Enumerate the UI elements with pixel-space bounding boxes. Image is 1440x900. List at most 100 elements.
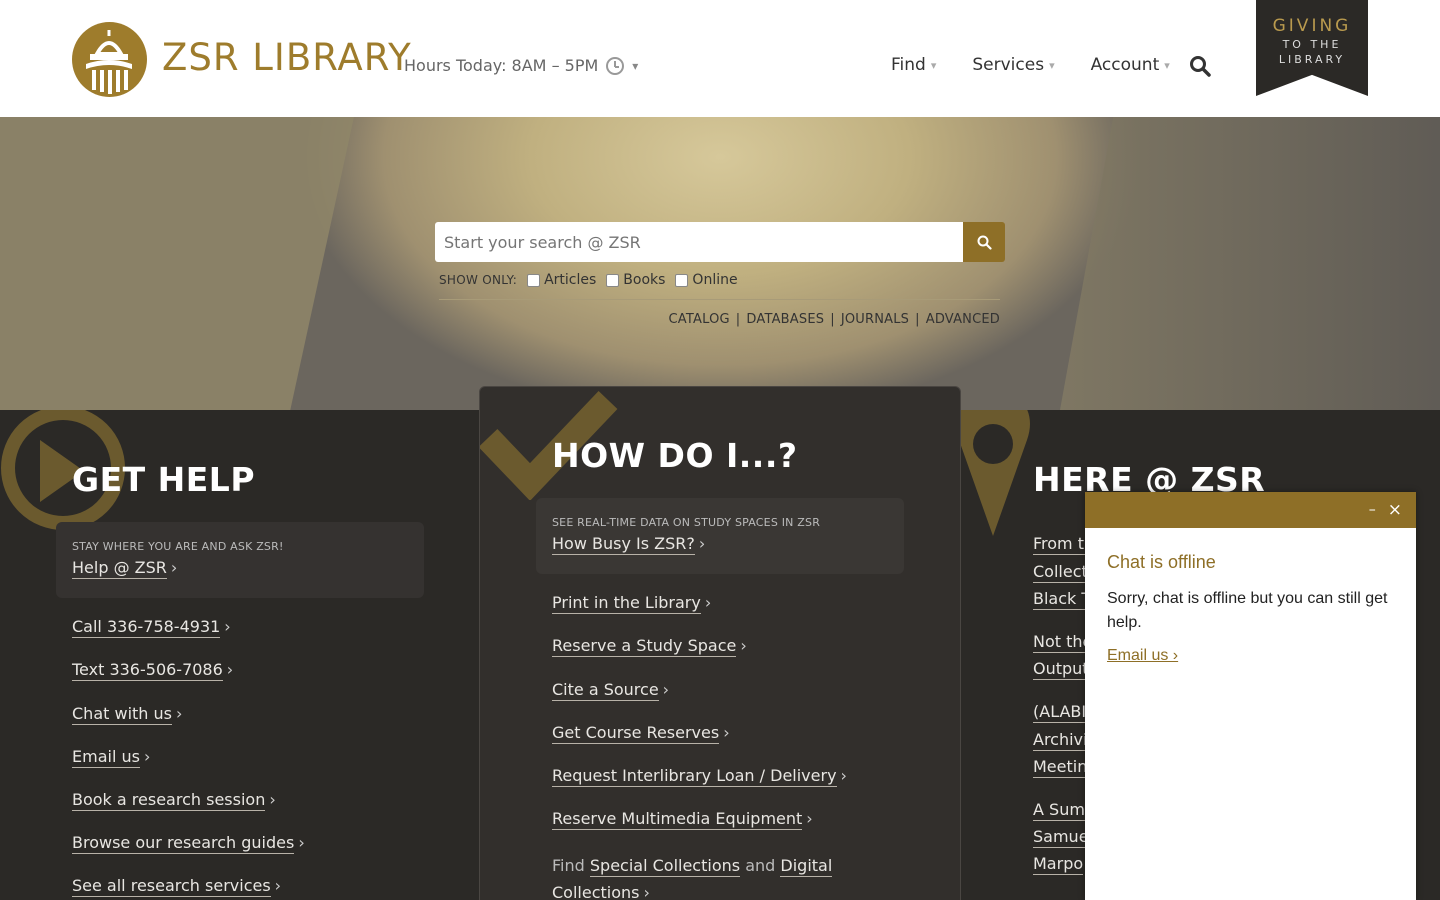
link-separator: | xyxy=(735,312,741,327)
hero-panel-left xyxy=(0,117,354,410)
howdo-link-label: Cite a Source xyxy=(552,680,659,701)
hours-today[interactable]: Hours Today: 8AM – 5PM ▾ xyxy=(404,56,638,75)
here-line-text: Samue xyxy=(1033,827,1089,848)
search-input[interactable] xyxy=(435,222,963,262)
help-link[interactable]: Chat with us › xyxy=(72,704,182,725)
giving-line2: TO THE xyxy=(1282,38,1342,51)
here-line[interactable]: Meetin xyxy=(1033,757,1088,778)
link-databases[interactable]: DATABASES xyxy=(746,312,824,327)
here-line[interactable]: Output xyxy=(1033,659,1089,680)
chat-email-link[interactable]: Email us › xyxy=(1107,647,1394,665)
help-link[interactable]: Text 336-506-7086 › xyxy=(72,660,233,681)
nav-account-label: Account xyxy=(1090,55,1160,75)
chevron-right-icon: › xyxy=(643,883,650,900)
find-mid: and xyxy=(745,856,776,875)
howdo-link-label: Reserve a Study Space xyxy=(552,636,737,657)
here-line[interactable]: Collecti xyxy=(1033,562,1093,583)
howdo-link[interactable]: Cite a Source › xyxy=(552,680,670,701)
chevron-right-icon: › xyxy=(723,723,730,742)
ask-zsr-card: STAY WHERE YOU ARE AND ASK ZSR! Help @ Z… xyxy=(56,522,424,598)
chevron-right-icon: › xyxy=(840,766,847,785)
chevron-right-icon: › xyxy=(698,534,706,553)
how-busy-label: How Busy Is ZSR? xyxy=(552,534,695,555)
here-line-text: (ALABI) xyxy=(1033,702,1093,723)
nav-find[interactable]: Find ▾ xyxy=(891,55,936,75)
chevron-right-icon: › xyxy=(298,833,305,852)
giving-banner[interactable]: GIVING TO THE LIBRARY xyxy=(1256,0,1368,96)
help-link[interactable]: Book a research session › xyxy=(72,790,276,811)
chat-offline-message: Sorry, chat is offline but you can still… xyxy=(1107,590,1388,631)
special-collections-link[interactable]: Special Collections xyxy=(589,856,741,877)
chevron-right-icon: › xyxy=(806,809,813,828)
howdo-link[interactable]: Print in the Library › xyxy=(552,593,712,614)
here-line[interactable]: Samue xyxy=(1033,827,1089,848)
filter-books-label: Books xyxy=(623,272,666,288)
help-link[interactable]: Call 336-758-4931 › xyxy=(72,617,231,638)
search-icon[interactable] xyxy=(1189,55,1211,77)
here-line-text: Marpo xyxy=(1033,854,1084,875)
checkbox-books[interactable] xyxy=(606,273,620,287)
howdo-link[interactable]: Get Course Reserves › xyxy=(552,723,730,744)
help-zsr-label: Help @ ZSR xyxy=(72,558,167,579)
here-line-text: Output xyxy=(1033,659,1089,680)
howdo-link-label: Reserve Multimedia Equipment xyxy=(552,809,803,830)
filter-online[interactable]: Online xyxy=(675,272,738,288)
here-line-text: Collecti xyxy=(1033,562,1093,583)
chevron-right-icon: › xyxy=(740,636,747,655)
search-button[interactable] xyxy=(963,222,1005,262)
chevron-down-icon: ▾ xyxy=(1164,58,1170,72)
help-zsr-link[interactable]: Help @ ZSR › xyxy=(72,558,178,579)
howdo-link[interactable]: Request Interlibrary Loan / Delivery › xyxy=(552,766,847,787)
digital-collections-link-b[interactable]: Collections xyxy=(552,883,640,900)
nav-find-label: Find xyxy=(891,55,926,75)
close-icon[interactable]: × xyxy=(1388,500,1402,520)
chevron-down-icon: ▾ xyxy=(1049,58,1055,72)
here-line[interactable]: Marpo xyxy=(1033,854,1084,875)
show-only-filters: SHOW ONLY: Articles Books Online xyxy=(439,272,738,288)
giving-line1: GIVING xyxy=(1272,16,1352,36)
checkbox-articles[interactable] xyxy=(527,273,541,287)
checkbox-online[interactable] xyxy=(675,273,689,287)
chevron-down-icon: ▾ xyxy=(632,58,639,73)
chat-titlebar: – × xyxy=(1085,492,1416,528)
find-pre: Find xyxy=(552,856,585,875)
chevron-right-icon: › xyxy=(170,558,178,577)
chevron-down-icon: ▾ xyxy=(930,58,937,72)
ask-zsr-small: STAY WHERE YOU ARE AND ASK ZSR! xyxy=(72,540,284,553)
how-busy-link[interactable]: How Busy Is ZSR? › xyxy=(552,534,706,555)
help-link-label: Text 336-506-7086 xyxy=(72,660,223,681)
filter-online-label: Online xyxy=(692,272,738,288)
help-link[interactable]: Browse our research guides › xyxy=(72,833,305,854)
link-catalog[interactable]: CATALOG xyxy=(669,312,730,327)
zsr-logo-icon[interactable] xyxy=(72,22,147,97)
howdo-link[interactable]: Reserve a Study Space › xyxy=(552,636,747,657)
link-separator: | xyxy=(830,312,835,327)
digital-collections-link-a[interactable]: Digital xyxy=(780,856,833,877)
help-link-label: See all research services xyxy=(72,876,271,897)
chevron-right-icon: › xyxy=(274,876,282,895)
howdo-link[interactable]: Reserve Multimedia Equipment › xyxy=(552,809,813,830)
help-link[interactable]: Email us › xyxy=(72,747,150,768)
chevron-right-icon: › xyxy=(704,593,712,612)
nav-services-label: Services xyxy=(972,55,1045,75)
nav-account[interactable]: Account ▾ xyxy=(1091,55,1170,75)
link-journals[interactable]: JOURNALS xyxy=(841,312,909,327)
link-separator: | xyxy=(915,312,920,327)
here-line-text: Meetin xyxy=(1033,757,1088,778)
filter-articles[interactable]: Articles xyxy=(527,272,596,288)
howdo-link-label: Get Course Reserves xyxy=(552,723,720,744)
minimize-icon[interactable]: – xyxy=(1369,502,1376,518)
clock-icon xyxy=(606,56,625,75)
site-brand[interactable]: ZSR LIBRARY xyxy=(162,36,412,79)
link-advanced[interactable]: ADVANCED xyxy=(926,312,1000,327)
nav-services[interactable]: Services ▾ xyxy=(972,55,1054,75)
filter-books[interactable]: Books xyxy=(606,272,665,288)
search-links: CATALOG | DATABASES | JOURNALS | ADVANCE… xyxy=(669,312,1000,327)
help-link[interactable]: See all research services › xyxy=(72,876,282,897)
here-line[interactable]: Black T xyxy=(1033,589,1092,610)
help-link-label: Chat with us xyxy=(72,704,172,725)
here-line[interactable]: (ALABI) xyxy=(1033,702,1093,723)
here-line[interactable]: Not the xyxy=(1033,632,1093,653)
chevron-right-icon: › xyxy=(662,680,670,699)
how-do-i-title: HOW DO I...? xyxy=(552,436,798,475)
